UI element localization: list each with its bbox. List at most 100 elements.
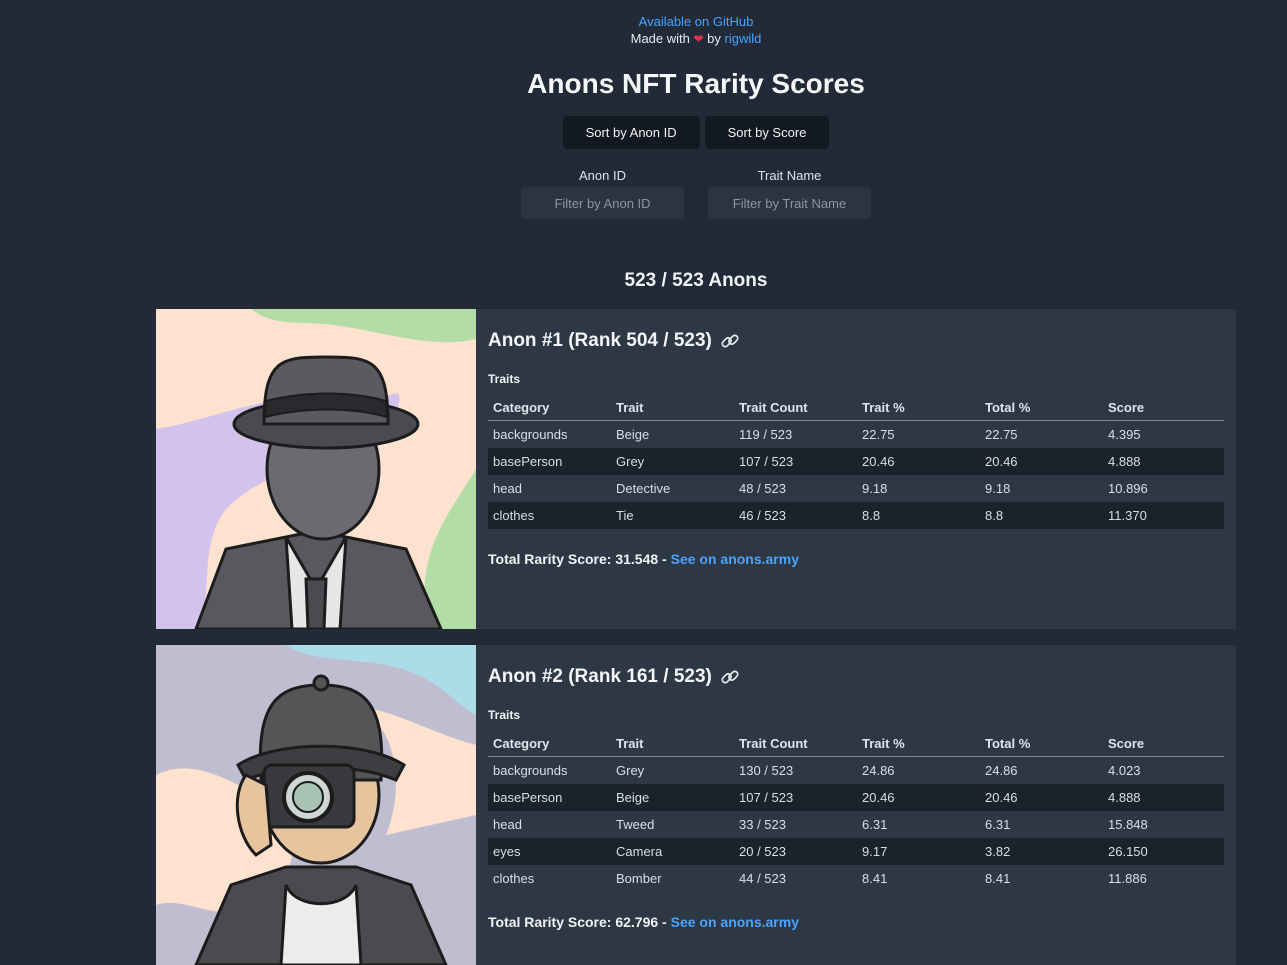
anon-id-input[interactable] — [521, 187, 684, 219]
cell-trait-count: 20 / 523 — [734, 838, 857, 865]
see-on-anons-army-link[interactable]: See on anons.army — [671, 914, 799, 930]
column-header: Trait Count — [734, 400, 857, 421]
author-link[interactable]: rigwild — [725, 31, 762, 46]
cell-trait: Tie — [611, 502, 734, 529]
table-row: clothes Tie 46 / 523 8.8 8.8 11.370 — [488, 502, 1224, 529]
cell-trait-count: 107 / 523 — [734, 784, 857, 811]
cell-total-percent: 24.86 — [985, 763, 1018, 778]
cell-trait: Grey — [616, 763, 645, 778]
cell-total-percent: 8.8 — [980, 502, 1103, 529]
github-link[interactable]: Available on GitHub — [639, 14, 754, 29]
cell-category: clothes — [488, 502, 611, 529]
cell-trait-count: 107 / 523 — [734, 448, 857, 475]
filters: Anon ID Trait Name — [0, 168, 1287, 219]
cell-score: 4.888 — [1103, 448, 1224, 475]
column-header: Score — [1103, 400, 1224, 421]
cell-trait-count: 130 / 523 — [739, 763, 794, 778]
anon-info: Anon #1 (Rank 504 / 523) Traits Category… — [476, 309, 1236, 629]
see-on-anons-army-link[interactable]: See on anons.army — [671, 551, 799, 567]
column-header: Trait % — [857, 736, 980, 757]
column-header: Trait % — [857, 400, 980, 421]
table-row: head Detective 48 / 523 9.18 9.18 10.896 — [488, 475, 1224, 502]
cell-category: head — [493, 817, 522, 832]
anon-title: Anon #1 (Rank 504 / 523) — [488, 330, 712, 351]
anon-id-label: Anon ID — [579, 168, 626, 183]
cell-total-percent: 9.18 — [985, 481, 1011, 496]
cell-trait-count: 119 / 523 — [739, 427, 793, 442]
column-header: Total % — [980, 736, 1103, 757]
trait-name-label: Trait Name — [757, 168, 822, 183]
link-icon[interactable] — [720, 667, 740, 687]
table-row: backgrounds Grey 130 / 523 24.86 24.86 4… — [488, 757, 1224, 785]
cell-trait-percent: 6.31 — [862, 817, 888, 832]
cell-trait: Beige — [611, 784, 734, 811]
cell-total-percent: 20.46 — [980, 448, 1103, 475]
cell-score: 15.848 — [1108, 817, 1148, 832]
cell-trait-percent: 24.86 — [862, 763, 895, 778]
anon-image — [156, 309, 476, 629]
table-row: basePerson Beige 107 / 523 20.46 20.46 4… — [488, 784, 1224, 811]
traits-label: Traits — [488, 708, 521, 722]
total-score: Total Rarity Score: 62.796 - See on anon… — [488, 914, 799, 930]
cell-score: 26.150 — [1103, 838, 1224, 865]
cell-trait: Beige — [616, 427, 650, 442]
total-label: Total Rarity Score: — [488, 551, 612, 567]
made-with-text: Made with — [630, 31, 690, 46]
by-text: by — [707, 31, 721, 46]
cell-trait-percent: 20.46 — [857, 784, 980, 811]
header-links: Available on GitHub Made with ❤ by rigwi… — [0, 13, 1287, 48]
cell-total-percent: 6.31 — [985, 817, 1011, 832]
cell-trait-percent: 22.75 — [862, 427, 895, 442]
anon-card: Anon #2 (Rank 161 / 523) Traits Category… — [156, 645, 1236, 965]
cell-category: basePerson — [488, 784, 611, 811]
total-value: 31.548 — [615, 551, 659, 567]
column-header: Trait — [611, 736, 734, 757]
total-label: Total Rarity Score: — [488, 914, 612, 930]
table-row: basePerson Grey 107 / 523 20.46 20.46 4.… — [488, 448, 1224, 475]
cell-category: backgrounds — [493, 427, 568, 442]
cell-score: 4.395 — [1108, 427, 1141, 442]
sort-by-id-button[interactable]: Sort by Anon ID — [562, 116, 700, 149]
column-header: Score — [1103, 736, 1224, 757]
anon-id-filter: Anon ID — [521, 168, 684, 219]
cell-trait-percent: 8.41 — [862, 871, 888, 886]
cell-category: clothes — [493, 871, 535, 886]
page-title: Anons NFT Rarity Scores — [527, 68, 865, 99]
table-row: backgrounds Beige 119 / 523 22.75 22.75 … — [488, 421, 1224, 449]
cell-total-percent: 8.41 — [985, 871, 1011, 886]
sort-buttons: Sort by Anon ID Sort by Score — [0, 116, 1287, 149]
anon-card: Anon #1 (Rank 504 / 523) Traits Category… — [156, 309, 1236, 629]
column-header: Trait — [611, 400, 734, 421]
trait-name-filter: Trait Name — [708, 168, 871, 219]
column-header: Category — [488, 736, 611, 757]
traits-table: Category Trait Trait Count Trait % Total… — [488, 736, 1224, 892]
cell-trait: Grey — [611, 448, 734, 475]
sort-by-score-button[interactable]: Sort by Score — [704, 116, 830, 149]
cell-trait-count: 48 / 523 — [739, 481, 786, 496]
column-header: Trait Count — [734, 736, 857, 757]
table-row: clothes Bomber 44 / 523 8.41 8.41 11.886 — [488, 865, 1224, 892]
trait-name-input[interactable] — [708, 187, 871, 219]
total-value: 62.796 — [615, 914, 659, 930]
cell-total-percent: 3.82 — [980, 838, 1103, 865]
cell-trait-percent: 9.17 — [857, 838, 980, 865]
cell-trait: Tweed — [616, 817, 655, 832]
column-header: Category — [488, 400, 611, 421]
cell-trait: Bomber — [616, 871, 662, 886]
cell-score: 4.023 — [1108, 763, 1141, 778]
cell-category: backgrounds — [493, 763, 568, 778]
cell-total-percent: 20.46 — [980, 784, 1103, 811]
table-row: eyes Camera 20 / 523 9.17 3.82 26.150 — [488, 838, 1224, 865]
cell-trait-count: 33 / 523 — [739, 817, 786, 832]
cell-score: 11.370 — [1103, 502, 1224, 529]
cell-trait-count: 46 / 523 — [734, 502, 857, 529]
cell-category: basePerson — [488, 448, 611, 475]
cell-score: 10.896 — [1108, 481, 1148, 496]
anon-info: Anon #2 (Rank 161 / 523) Traits Category… — [476, 645, 1236, 965]
cell-trait-percent: 8.8 — [857, 502, 980, 529]
cell-category: eyes — [488, 838, 611, 865]
link-icon[interactable] — [720, 331, 740, 351]
heart-icon: ❤ — [693, 32, 704, 46]
anon-title: Anon #2 (Rank 161 / 523) — [488, 666, 712, 687]
cell-score: 11.886 — [1108, 871, 1147, 886]
